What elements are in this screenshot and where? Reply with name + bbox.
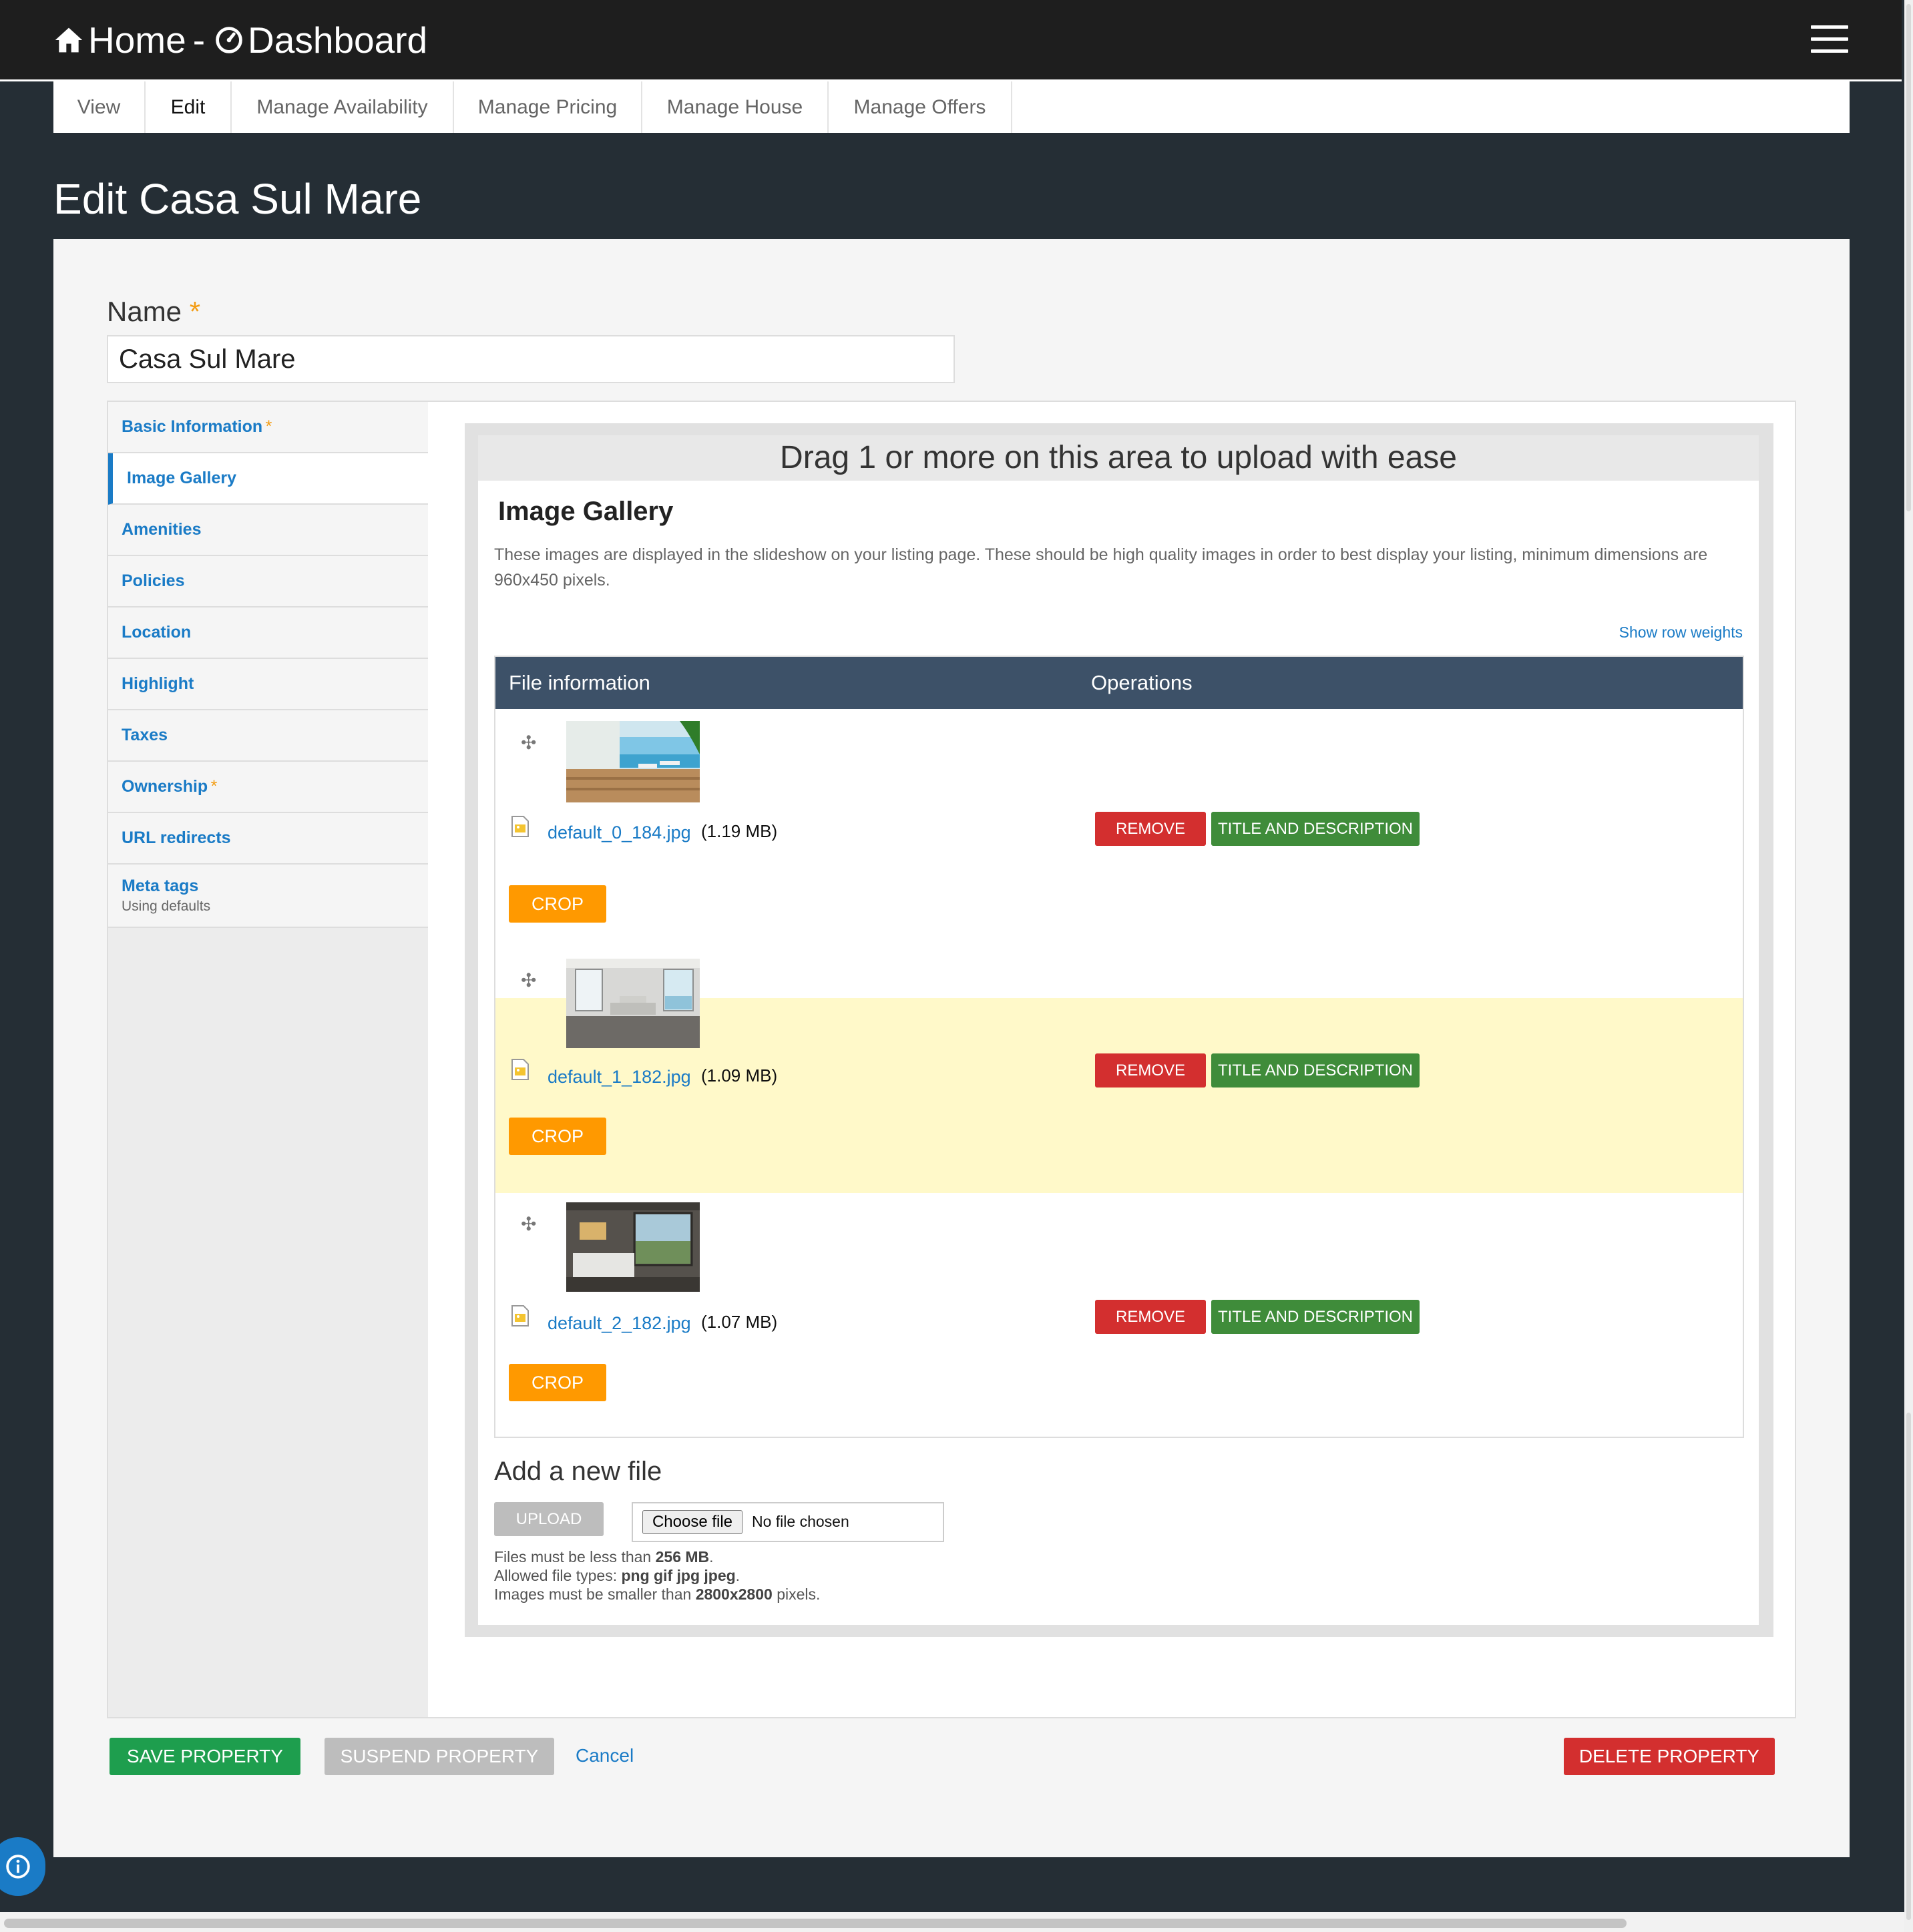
file-link[interactable]: default_1_182.jpg <box>548 1067 691 1088</box>
thumbnail-image <box>566 1202 700 1292</box>
title-description-button[interactable]: TITLE AND DESCRIPTION <box>1211 1053 1420 1088</box>
column-header: File information <box>509 671 650 694</box>
file-size: (1.07 MB) <box>701 1312 778 1332</box>
dashboard-gauge-icon <box>214 25 244 55</box>
upload-help-text: Files must be less than 256 MB. Allowed … <box>494 1547 820 1604</box>
remove-button[interactable]: REMOVE <box>1095 812 1206 846</box>
primary-tabs: View Edit Manage Availability Manage Pri… <box>53 81 1850 133</box>
table-row: ✣ <box>495 947 1743 1193</box>
edit-form-panel: Name * Casa Sul Mare Basic Information *… <box>53 239 1850 1857</box>
tab-manage-availability[interactable]: Manage Availability <box>232 81 454 133</box>
vtab-label: Basic Information <box>122 417 263 436</box>
vtab-label: Ownership <box>122 777 208 796</box>
tab-manage-house[interactable]: Manage House <box>642 81 829 133</box>
delete-property-button[interactable]: DELETE PROPERTY <box>1564 1738 1775 1775</box>
vtab-ownership[interactable]: Ownership * <box>108 762 428 813</box>
dashboard-link[interactable]: Dashboard <box>248 19 427 61</box>
vertical-tabs-nav: Basic Information * Image Gallery Amenit… <box>107 401 429 1718</box>
title-description-button[interactable]: TITLE AND DESCRIPTION <box>1211 1300 1420 1334</box>
thumbnail-image <box>566 721 700 802</box>
upload-button[interactable]: UPLOAD <box>494 1502 604 1536</box>
tab-manage-offers[interactable]: Manage Offers <box>829 81 1012 133</box>
required-marker: * <box>210 777 218 796</box>
thumbnail-image <box>566 959 700 1048</box>
vtab-label: Meta tags <box>122 877 199 895</box>
info-icon[interactable] <box>0 1837 45 1896</box>
file-table: File information Operations ✣ default_0_… <box>494 656 1744 1438</box>
file-size: (1.19 MB) <box>701 821 778 841</box>
file-types-line: Allowed file types: png gif jpg jpeg. <box>494 1567 740 1584</box>
vtab-location[interactable]: Location <box>108 608 428 659</box>
upload-dropzone[interactable]: Drag 1 or more on this area to upload wi… <box>465 423 1773 1637</box>
required-marker: * <box>265 417 272 436</box>
table-row: ✣ <box>495 1193 1743 1437</box>
vtab-policies[interactable]: Policies <box>108 556 428 608</box>
vtab-label: Highlight <box>122 674 194 693</box>
add-file-title: Add a new file <box>494 1457 662 1486</box>
vtab-amenities[interactable]: Amenities <box>108 505 428 556</box>
file-input[interactable]: Choose file No file chosen <box>632 1502 944 1542</box>
dropzone-instructions: Drag 1 or more on this area to upload wi… <box>478 435 1759 481</box>
remove-button[interactable]: REMOVE <box>1095 1300 1206 1334</box>
vtab-meta-tags[interactable]: Meta tags Using defaults <box>108 865 428 928</box>
hamburger-menu-icon[interactable] <box>1811 25 1848 53</box>
no-file-chosen-text: No file chosen <box>752 1513 849 1530</box>
image-file-icon <box>511 1305 529 1326</box>
crop-button[interactable]: CROP <box>509 885 606 923</box>
home-link[interactable]: Home <box>88 19 186 61</box>
column-header: Operations <box>1091 671 1193 694</box>
vtab-highlight[interactable]: Highlight <box>108 659 428 710</box>
suspend-property-button[interactable]: SUSPEND PROPERTY <box>325 1738 554 1775</box>
title-description-button[interactable]: TITLE AND DESCRIPTION <box>1211 812 1420 846</box>
vtab-url-redirects[interactable]: URL redirects <box>108 813 428 865</box>
image-file-icon <box>511 816 529 837</box>
crop-button[interactable]: CROP <box>509 1364 606 1401</box>
gallery-description: These images are displayed in the slides… <box>494 545 1708 589</box>
file-link[interactable]: default_2_182.jpg <box>548 1313 691 1334</box>
gallery-title: Image Gallery <box>498 497 674 526</box>
vtab-image-gallery[interactable]: Image Gallery <box>108 453 428 505</box>
remove-button[interactable]: REMOVE <box>1095 1053 1206 1088</box>
top-navbar: Home - Dashboard <box>0 0 1902 81</box>
page-title: Edit Casa Sul Mare <box>53 175 422 223</box>
drag-handle-icon[interactable]: ✣ <box>521 732 536 754</box>
drag-handle-icon[interactable]: ✣ <box>521 969 536 991</box>
vertical-tab-pane: Drag 1 or more on this area to upload wi… <box>428 401 1796 1718</box>
drag-handle-icon[interactable]: ✣ <box>521 1213 536 1235</box>
file-size: (1.09 MB) <box>701 1065 778 1085</box>
vertical-scrollbar[interactable] <box>1904 0 1913 1932</box>
table-header: File information Operations <box>495 657 1743 709</box>
vtab-taxes[interactable]: Taxes <box>108 710 428 762</box>
choose-file-button[interactable]: Choose file <box>642 1510 742 1534</box>
save-property-button[interactable]: SAVE PROPERTY <box>110 1738 300 1775</box>
file-link[interactable]: default_0_184.jpg <box>548 822 691 843</box>
vtab-summary: Using defaults <box>122 899 211 914</box>
vtab-label: Policies <box>122 571 185 590</box>
table-row: ✣ <box>495 709 1743 947</box>
vtab-label: Location <box>122 623 192 642</box>
tab-edit[interactable]: Edit <box>146 81 232 133</box>
tab-manage-pricing[interactable]: Manage Pricing <box>454 81 642 133</box>
name-input[interactable]: Casa Sul Mare <box>107 335 955 383</box>
crop-button[interactable]: CROP <box>509 1118 606 1155</box>
size-limit-line: Files must be less than 256 MB. <box>494 1548 714 1565</box>
cancel-link[interactable]: Cancel <box>576 1745 634 1766</box>
home-icon[interactable] <box>53 25 84 55</box>
breadcrumb-separator: - <box>192 19 206 61</box>
vtab-label: Image Gallery <box>127 469 236 487</box>
name-label-text: Name <box>107 296 182 327</box>
vtab-basic-information[interactable]: Basic Information * <box>108 402 428 453</box>
gallery-fieldset: Drag 1 or more on this area to upload wi… <box>478 435 1759 1625</box>
vtab-label: Taxes <box>122 726 168 744</box>
image-file-icon <box>511 1059 529 1080</box>
horizontal-scrollbar[interactable] <box>0 1912 1904 1932</box>
name-label: Name * <box>107 296 200 328</box>
vtab-label: URL redirects <box>122 828 231 847</box>
breadcrumb: Home - Dashboard <box>53 17 427 63</box>
required-marker: * <box>189 296 201 327</box>
show-row-weights-link[interactable]: Show row weights <box>1619 624 1743 642</box>
tab-view[interactable]: View <box>53 81 146 133</box>
dimensions-line: Images must be smaller than 2800x2800 pi… <box>494 1586 821 1603</box>
vtab-label: Amenities <box>122 520 202 539</box>
